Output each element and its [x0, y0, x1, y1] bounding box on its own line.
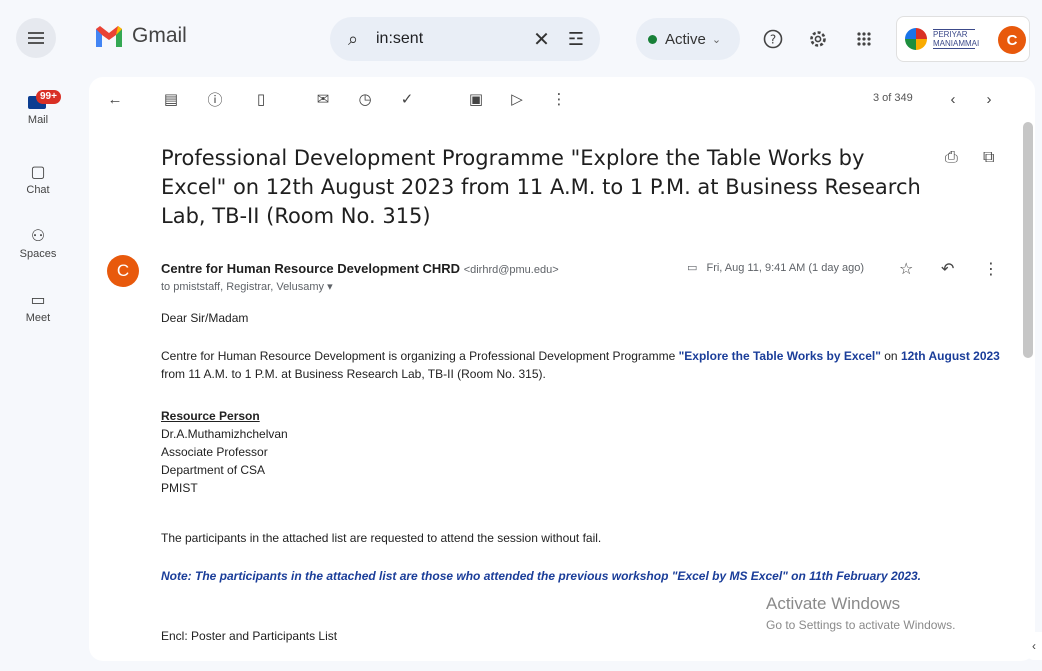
watermark-title: Activate Windows [766, 594, 901, 613]
recipients-line[interactable]: to pmiststaff, Registrar, Velusamy ▾ [161, 280, 333, 293]
settings-gear-icon[interactable] [805, 26, 831, 52]
reply-icon[interactable]: ↶ [941, 259, 954, 279]
move-to-icon[interactable]: ▣ [464, 87, 488, 111]
svg-text:?: ? [770, 33, 776, 47]
sender-avatar[interactable]: C [107, 255, 139, 287]
caret-down-icon[interactable]: ▾ [327, 281, 333, 293]
greeting: Dear Sir/Madam [161, 311, 249, 325]
meet-icon: ▭ [30, 292, 46, 309]
delete-icon[interactable]: ▯ [249, 87, 273, 111]
rail-label-meet: Meet [25, 312, 51, 324]
label-icon[interactable]: ▷ [505, 87, 529, 111]
note-paragraph: Note: The participants in the attached l… [161, 569, 922, 583]
older-chevron-icon[interactable]: › [977, 87, 1001, 111]
gmail-m-icon [94, 25, 124, 47]
sender-line: Centre for Human Resource Development CH… [161, 261, 559, 276]
watermark-subtitle: Go to Settings to activate Windows. [766, 618, 956, 632]
more-options-icon[interactable]: ⋮ [547, 87, 571, 111]
star-icon[interactable]: ☆ [899, 259, 913, 279]
search-icon[interactable]: ⌕ [348, 29, 368, 50]
status-label: Active [665, 30, 706, 48]
intro-paragraph: Centre for Human Resource Development is… [161, 349, 1000, 381]
apps-grid-icon[interactable] [851, 26, 877, 52]
mail-icon: 99+ [22, 90, 61, 114]
scrollbar-thumb[interactable] [1023, 122, 1033, 358]
rail-item-meet[interactable]: ▭ Meet [0, 290, 76, 324]
message-more-icon[interactable]: ⋮ [983, 259, 999, 279]
open-new-window-icon[interactable]: ⧉ [983, 149, 994, 167]
chat-icon: ▢ [30, 164, 46, 181]
resource-person-block: Resource Person Dr.A.Muthamizhchelvan As… [161, 407, 288, 497]
message-panel: ← ▤ ⓘ ▯ ✉ ◷ ✓ ▣ ▷ ⋮ 3 of 349 ‹ › Profess… [89, 77, 1035, 661]
status-selector[interactable]: Active ⌄ [636, 18, 740, 60]
status-dot-icon [648, 34, 657, 44]
help-icon[interactable]: ? [760, 26, 786, 52]
rail-label-chat: Chat [26, 184, 50, 196]
report-spam-icon[interactable]: ⓘ [203, 87, 227, 111]
email-subject: Professional Development Programme "Expl… [161, 146, 921, 228]
main-menu-button[interactable] [16, 18, 56, 58]
top-bar: Gmail ⌕ in:sent ✕ ☲ Active ⌄ ? PERIYAR M… [0, 0, 1042, 78]
search-options-icon[interactable]: ☲ [568, 29, 584, 50]
resource-person-title: Resource Person [161, 409, 260, 423]
rail-label-spaces: Spaces [19, 248, 57, 260]
search-bar[interactable]: ⌕ in:sent ✕ ☲ [330, 17, 600, 61]
gmail-logo[interactable]: Gmail [94, 24, 187, 48]
message-count: 3 of 349 [873, 92, 913, 104]
mark-unread-icon[interactable]: ✉ [311, 87, 335, 111]
app-name: Gmail [132, 24, 187, 47]
add-to-tasks-icon[interactable]: ✓ [395, 87, 419, 111]
sender-email: <dirhrd@pmu.edu> [463, 264, 559, 276]
clear-search-icon[interactable]: ✕ [533, 27, 550, 52]
resource-person-department: Department of CSA [161, 463, 266, 477]
sender-name[interactable]: Centre for Human Resource Development CH… [161, 261, 460, 276]
email-date: ▭ Fri, Aug 11, 9:41 AM (1 day ago) [687, 262, 865, 274]
activation-watermark: Activate Windows Go to Settings to activ… [766, 594, 955, 632]
message-toolbar: ← ▤ ⓘ ▯ ✉ ◷ ✓ ▣ ▷ ⋮ 3 of 349 ‹ › [89, 77, 1035, 121]
attachment-icon: ▭ [687, 262, 698, 274]
resource-person-designation: Associate Professor [161, 445, 268, 459]
enclosure-line: Encl: Poster and Participants List [161, 629, 338, 643]
account-avatar[interactable]: C [998, 26, 1026, 54]
request-paragraph: The participants in the attached list ar… [161, 531, 602, 545]
print-icon[interactable]: ⎙ [945, 149, 958, 167]
archive-icon[interactable]: ▤ [159, 87, 183, 111]
back-arrow-icon[interactable]: ← [103, 87, 127, 111]
rail-item-spaces[interactable]: ⚇ Spaces [0, 226, 76, 260]
rail-item-chat[interactable]: ▢ Chat [0, 162, 76, 196]
chevron-down-icon: ⌄ [711, 33, 722, 46]
resource-person-institution: PMIST [161, 481, 198, 495]
org-emblem-icon [905, 28, 927, 50]
unread-badge: 99+ [36, 90, 61, 104]
rail-item-mail[interactable]: 99+ Mail [0, 90, 76, 126]
menu-icon [28, 37, 44, 39]
newer-chevron-icon[interactable]: ‹ [941, 87, 965, 111]
rail-label-mail: Mail [27, 114, 49, 126]
spaces-icon: ⚇ [30, 228, 46, 245]
side-panel-toggle-icon[interactable]: ‹ [1026, 632, 1042, 660]
org-name: PERIYAR MANIAMMAI [933, 29, 980, 49]
snooze-icon[interactable]: ◷ [353, 87, 377, 111]
search-input[interactable]: in:sent [376, 30, 533, 48]
resource-person-name: Dr.A.Muthamizhchelvan [161, 427, 288, 441]
